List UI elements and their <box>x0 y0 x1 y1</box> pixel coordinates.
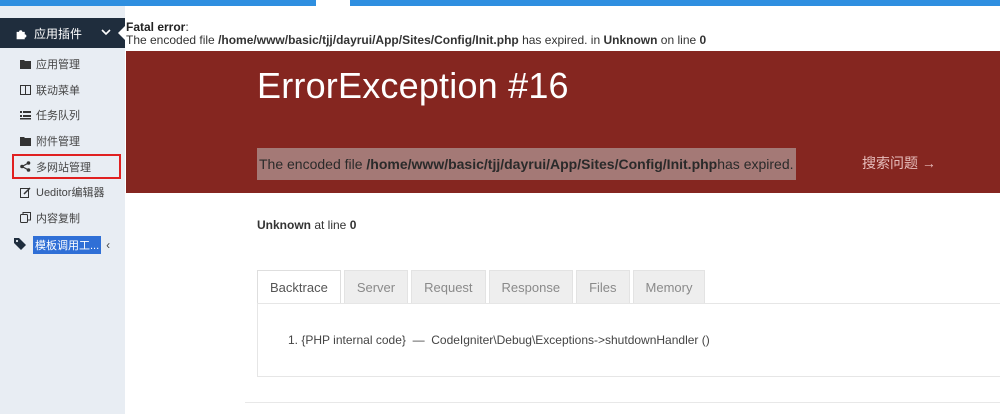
chevron-down-icon[interactable] <box>101 26 111 36</box>
sidebar-item-label: 多网站管理 <box>36 161 91 174</box>
puzzle-icon <box>14 26 28 40</box>
sidebar-item-label: Ueditor编辑器 <box>36 187 105 200</box>
exception-message-prefix: The encoded file <box>259 156 363 172</box>
fatal-error-colon: : <box>185 20 189 34</box>
tab-request[interactable]: Request <box>411 270 486 304</box>
sidebar: 应用插件 应用管理 联动菜单 任务队列 附件管理 多网站管理 Ueditor编辑… <box>0 6 126 414</box>
folder-icon <box>20 58 31 69</box>
edit-icon <box>20 187 31 198</box>
sidebar-item-label: 附件管理 <box>36 135 80 148</box>
sidebar-item-label: 模板调用工... <box>33 236 102 254</box>
columns-icon <box>20 84 31 95</box>
copy-icon <box>20 212 31 224</box>
share-icon <box>20 161 31 172</box>
sidebar-item-label: 应用管理 <box>36 58 80 71</box>
backtrace-call: CodeIgniter\Debug\Exceptions->shutdownHa… <box>431 333 710 347</box>
search-issue-link[interactable]: 搜索问题 → <box>862 153 936 173</box>
tab-backtrace[interactable]: Backtrace <box>257 270 341 304</box>
sidebar-header-app-plugins[interactable]: 应用插件 <box>0 18 126 48</box>
backtrace-origin: {PHP internal code} <box>301 333 406 347</box>
top-strip <box>0 0 1000 6</box>
fatal-error-line: 0 <box>699 33 707 47</box>
exception-message: The encoded file /home/www/basic/tjj/day… <box>257 148 796 180</box>
backtrace-row: 1. {PHP internal code} — CodeIgniter\Deb… <box>288 333 710 347</box>
fatal-error-line-text: on line <box>657 33 700 47</box>
sidebar-item-attachment-manage[interactable]: 附件管理 <box>0 128 125 154</box>
backtrace-separator: — <box>412 333 425 347</box>
tab-response[interactable]: Response <box>488 270 574 304</box>
sidebar-item-label: 联动菜单 <box>36 84 80 97</box>
list-icon <box>20 110 31 121</box>
fatal-error-prefix: The encoded file <box>126 33 219 47</box>
error-location: Unknown at line 0 <box>257 218 356 232</box>
exception-title: ErrorException #16 <box>257 65 569 106</box>
fatal-error-middle: has expired. in <box>518 33 604 47</box>
exception-message-path: /home/www/basic/tjj/dayrui/App/Sites/Con… <box>366 156 718 172</box>
tag-icon <box>14 237 26 253</box>
fatal-error-title: Fatal error <box>126 20 186 34</box>
sidebar-item-template-call-tool[interactable]: 模板调用工... ‹ <box>0 232 125 258</box>
sidebar-item-task-queue[interactable]: 任务队列 <box>0 102 125 128</box>
error-location-line: 0 <box>349 218 357 232</box>
fatal-error-path: /home/www/basic/tjj/dayrui/App/Sites/Con… <box>218 33 519 47</box>
backtrace-panel: 1. {PHP internal code} — CodeIgniter\Deb… <box>257 303 1000 377</box>
sidebar-active-notch <box>118 25 126 41</box>
sidebar-item-app-manage[interactable]: 应用管理 <box>0 51 125 77</box>
exception-message-suffix: has expired. <box>717 156 794 172</box>
chevron-left-icon[interactable]: ‹ <box>106 238 110 252</box>
sidebar-header-label: 应用插件 <box>34 26 83 41</box>
sidebar-item-label: 内容复制 <box>36 212 80 225</box>
error-location-at-line: at line <box>311 218 350 232</box>
fatal-error-notice: Fatal error: The encoded file /home/www/… <box>126 21 706 47</box>
sidebar-item-content-copy[interactable]: 内容复制 <box>0 205 125 231</box>
error-location-file: Unknown <box>257 218 311 232</box>
tab-files[interactable]: Files <box>576 270 630 304</box>
backtrace-index: 1. <box>288 333 299 347</box>
sidebar-item-linked-menu[interactable]: 联动菜单 <box>0 77 125 103</box>
top-strip-gap <box>316 0 350 6</box>
error-banner: ErrorException #16 The encoded file /hom… <box>126 51 1000 193</box>
bottom-divider <box>245 402 1000 403</box>
sidebar-item-ueditor[interactable]: Ueditor编辑器 <box>0 179 125 205</box>
folder-icon <box>20 135 31 146</box>
sidebar-item-label: 任务队列 <box>36 110 80 123</box>
debug-tabs: Backtrace Server Request Response Files … <box>257 270 708 304</box>
fatal-error-unknown: Unknown <box>603 33 658 47</box>
tab-memory[interactable]: Memory <box>632 270 706 304</box>
sidebar-menu: 应用管理 联动菜单 任务队列 附件管理 多网站管理 Ueditor编辑器 内容复… <box>0 51 125 231</box>
sidebar-item-multi-site-manage[interactable]: 多网站管理 <box>12 153 121 180</box>
tab-server[interactable]: Server <box>343 270 409 304</box>
